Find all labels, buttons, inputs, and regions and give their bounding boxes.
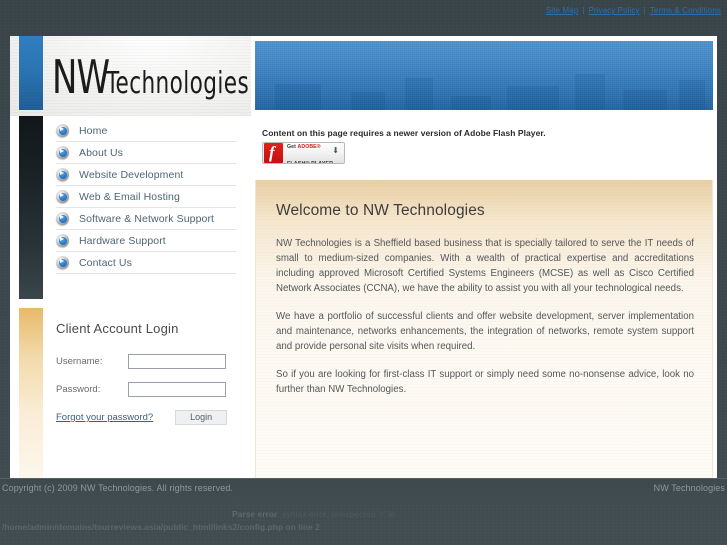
site-logo[interactable]: NWTechnologies bbox=[52, 50, 251, 104]
page-root: Site Map | Privacy Policy | Terms & Conditio… bbox=[0, 0, 727, 545]
banner-decoration bbox=[255, 68, 713, 110]
bullet-arrow-icon bbox=[56, 168, 69, 181]
header-logo-area: NWTechnologies bbox=[10, 36, 251, 116]
link-terms-conditions[interactable]: Terms & Conditions bbox=[648, 6, 723, 15]
link-site-map[interactable]: Site Map bbox=[544, 6, 580, 15]
content-paragraph-3: So if you are looking for first-class IT… bbox=[276, 369, 694, 395]
username-field-row: Username: bbox=[56, 354, 246, 369]
toplinks-separator-2: | bbox=[643, 6, 646, 15]
flash-player-notice: Content on this page requires a newer ve… bbox=[262, 128, 546, 138]
flash-button-line2: FLASH® PLAYER bbox=[287, 161, 334, 164]
logo-secondary-text: Technologies bbox=[105, 66, 249, 101]
content-panel: Welcome to NW Technologies NW Technologi… bbox=[255, 180, 713, 478]
bullet-arrow-icon bbox=[56, 146, 69, 159]
bullet-arrow-icon bbox=[56, 256, 69, 269]
sidebar-item-contact-us[interactable]: Contact Us bbox=[56, 252, 236, 274]
sidebar-item-website-development[interactable]: Website Development bbox=[56, 164, 236, 186]
site-container: NWTechnologies Home About Us Website Dev… bbox=[10, 36, 717, 478]
bullet-arrow-icon bbox=[56, 190, 69, 203]
sidebar-item-home[interactable]: Home bbox=[56, 120, 236, 142]
login-panel-title: Client Account Login bbox=[56, 321, 179, 336]
download-arrow-icon: ⬇ bbox=[332, 146, 339, 155]
link-privacy-policy[interactable]: Privacy Policy bbox=[586, 6, 641, 15]
footer-brand: NW Technologies bbox=[653, 483, 725, 493]
content-inner: Welcome to NW Technologies NW Technologi… bbox=[256, 180, 712, 397]
sidebar-item-label: About Us bbox=[79, 146, 123, 159]
password-field-row: Password: bbox=[56, 382, 246, 397]
php-error-label: Parse error bbox=[232, 509, 278, 519]
bullet-arrow-icon bbox=[56, 212, 69, 225]
main-navigation: Home About Us Website Development Web & … bbox=[56, 120, 236, 274]
password-input[interactable] bbox=[128, 382, 226, 397]
forgot-password-link[interactable]: Forgot your password? bbox=[56, 412, 153, 423]
sidebar-item-about-us[interactable]: About Us bbox=[56, 142, 236, 164]
sidebar: Home About Us Website Development Web & … bbox=[10, 116, 251, 478]
php-error-message-line: Parse error: syntax error, unexpected '<… bbox=[232, 507, 395, 521]
header-banner-area bbox=[251, 36, 717, 116]
login-submit-button[interactable]: Login bbox=[175, 410, 228, 425]
header-blue-tab bbox=[19, 36, 43, 110]
bullet-arrow-icon bbox=[56, 234, 69, 247]
content-paragraph-1: NW Technologies is a Sheffield based bus… bbox=[276, 238, 694, 294]
sidebar-dark-rail bbox=[19, 116, 43, 299]
main-content-column: Content on this page requires a newer ve… bbox=[251, 116, 717, 478]
header-banner bbox=[255, 41, 713, 110]
sidebar-item-web-email-hosting[interactable]: Web & Email Hosting bbox=[56, 186, 236, 208]
site-header: NWTechnologies bbox=[10, 36, 717, 116]
flash-adobe-label: ADOBE® bbox=[297, 144, 321, 151]
sidebar-item-label: Hardware Support bbox=[79, 234, 166, 247]
login-actions: Forgot your password? Login bbox=[56, 410, 246, 425]
username-label: Username: bbox=[56, 356, 103, 367]
footer-copyright: Copyright (c) 2009 NW Technologies. All … bbox=[2, 483, 234, 493]
php-error-path: /home/admin/domains/tourreviews.asia/pub… bbox=[2, 522, 320, 532]
flash-get-label: Get bbox=[287, 144, 298, 151]
flash-button-line1: Get ADOBE® bbox=[287, 144, 321, 150]
sidebar-item-label: Contact Us bbox=[79, 256, 132, 269]
get-flash-player-button[interactable]: Get ADOBE® FLASH® PLAYER ⬇ bbox=[262, 142, 345, 164]
sidebar-item-hardware-support[interactable]: Hardware Support bbox=[56, 230, 236, 252]
php-stray-token: ?> bbox=[232, 496, 242, 505]
php-error-message: : syntax error, unexpected '<' in bbox=[277, 509, 395, 519]
page-title: Welcome to NW Technologies bbox=[276, 202, 485, 219]
bullet-arrow-icon bbox=[56, 124, 69, 137]
flash-player-icon bbox=[264, 143, 283, 163]
top-utility-links: Site Map | Privacy Policy | Terms & Conditio… bbox=[544, 6, 723, 15]
logo-primary-text: NW bbox=[52, 50, 110, 104]
site-body: Home About Us Website Development Web & … bbox=[10, 116, 717, 478]
username-input[interactable] bbox=[128, 354, 226, 369]
sidebar-cream-rail bbox=[19, 308, 43, 478]
sidebar-item-label: Website Development bbox=[79, 168, 184, 181]
content-paragraph-2: We have a portfolio of successful client… bbox=[276, 311, 694, 352]
client-login-panel: Client Account Login Username: Password:… bbox=[56, 321, 246, 425]
site-footer: Copyright (c) 2009 NW Technologies. All … bbox=[0, 478, 727, 500]
sidebar-item-software-network-support[interactable]: Software & Network Support bbox=[56, 208, 236, 230]
password-label: Password: bbox=[56, 384, 101, 395]
sidebar-item-label: Home bbox=[79, 124, 108, 137]
sidebar-item-label: Web & Email Hosting bbox=[79, 190, 180, 203]
sidebar-item-label: Software & Network Support bbox=[79, 212, 215, 225]
